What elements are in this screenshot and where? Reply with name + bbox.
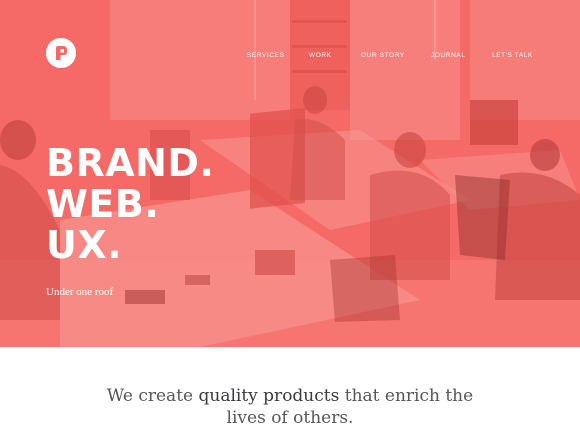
mission-text-after: that enrich the [339,386,474,406]
nav-our-story[interactable]: OUR STORY [361,52,405,59]
nav-services[interactable]: SERVICES [247,52,285,59]
nav-journal[interactable]: JOURNAL [431,52,466,59]
nav-lets-talk[interactable]: LET'S TALK [492,52,533,59]
hero-section: SERVICES WORK OUR STORY JOURNAL LET'S TA… [0,0,580,347]
mission-text-before: We create [106,386,199,406]
hero-headline: BRAND. WEB. UX. [46,143,214,266]
mission-text-line2: lives of others. [226,408,354,428]
main-navigation: SERVICES WORK OUR STORY JOURNAL LET'S TA… [0,52,580,64]
headline-line-web: WEB. [46,182,160,226]
nav-work[interactable]: WORK [309,52,332,59]
headline-line-brand: BRAND. [46,141,215,185]
mission-emphasis: quality products [198,386,340,406]
headline-line-ux: UX. [46,223,123,267]
mission-statement: We create quality products that enrich t… [0,385,580,429]
hero-tagline: Under one roof [46,286,114,298]
